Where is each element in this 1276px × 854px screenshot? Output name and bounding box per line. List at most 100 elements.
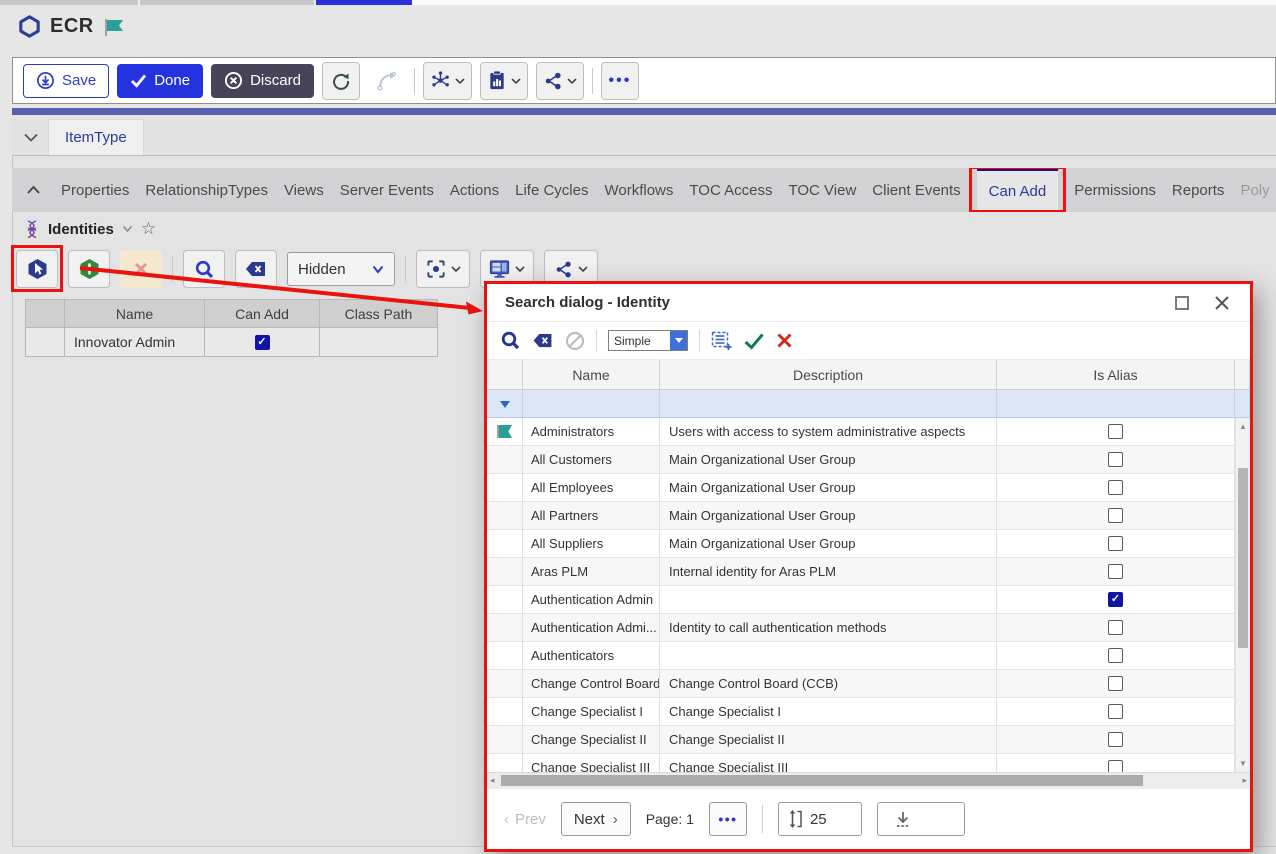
add-criteria-button[interactable]: [711, 331, 732, 351]
is-alias-checkbox[interactable]: [1108, 620, 1123, 635]
filter-description-input[interactable]: [660, 390, 997, 417]
save-button[interactable]: Save: [23, 64, 109, 98]
tab-views[interactable]: Views: [284, 168, 324, 212]
is-alias-checkbox[interactable]: [1108, 732, 1123, 747]
dialog-row[interactable]: Authentication Admin: [487, 586, 1250, 614]
dialog-row[interactable]: All CustomersMain Organizational User Gr…: [487, 446, 1250, 474]
next-page-button[interactable]: Next ›: [561, 802, 631, 836]
dialog-row[interactable]: Change Specialist IChange Specialist I: [487, 698, 1250, 726]
chevron-up-icon[interactable]: [26, 185, 41, 195]
tab-permissions[interactable]: Permissions: [1074, 168, 1156, 212]
scroll-up-arrow-icon[interactable]: ▲: [1236, 422, 1250, 431]
tab-actions[interactable]: Actions: [450, 168, 499, 212]
is-alias-checkbox[interactable]: [1108, 424, 1123, 439]
reports-dropdown-button[interactable]: [480, 62, 528, 100]
chevron-down-icon[interactable]: [122, 225, 133, 233]
scroll-left-arrow-icon[interactable]: ◂: [490, 775, 495, 786]
horizontal-scrollbar[interactable]: ◂ ▸: [487, 772, 1250, 788]
download-icon: [894, 810, 912, 829]
page-size-icon: [789, 810, 802, 828]
column-header-is-alias[interactable]: Is Alias: [997, 360, 1235, 389]
impact-analysis-dropdown-button[interactable]: [423, 62, 472, 100]
close-dialog-button[interactable]: [1212, 293, 1232, 313]
tab-can-add-active[interactable]: Can Add: [977, 168, 1059, 212]
row-icon-cell: [487, 698, 523, 725]
column-header-name[interactable]: Name: [523, 360, 660, 389]
cancel-selection-button[interactable]: [776, 332, 793, 349]
horizontal-scrollbar-thumb[interactable]: [501, 775, 1143, 786]
dialog-row[interactable]: Change Specialist IIIChange Specialist I…: [487, 754, 1250, 772]
maximize-button[interactable]: [1172, 293, 1192, 313]
discard-button[interactable]: Discard: [211, 64, 314, 98]
scroll-right-arrow-icon[interactable]: ▸: [1242, 775, 1247, 786]
favorite-star-icon[interactable]: ☆: [141, 219, 156, 239]
select-items-button[interactable]: [16, 250, 58, 288]
dialog-row[interactable]: AdministratorsUsers with access to syste…: [487, 418, 1250, 446]
row-selector-header: [25, 299, 65, 328]
can-add-checkbox[interactable]: [255, 335, 270, 350]
dialog-row[interactable]: All SuppliersMain Organizational User Gr…: [487, 530, 1250, 558]
filter-name-input[interactable]: [523, 390, 660, 417]
tab-toc-view[interactable]: TOC View: [788, 168, 856, 212]
share-dropdown-button[interactable]: [536, 62, 584, 100]
export-download-button[interactable]: [877, 802, 965, 836]
is-alias-checkbox[interactable]: [1108, 508, 1123, 523]
chevron-down-icon: [578, 265, 588, 273]
dialog-clear-button[interactable]: [532, 333, 554, 348]
is-alias-checkbox[interactable]: [1108, 760, 1123, 772]
clear-search-button[interactable]: [235, 250, 277, 288]
toolbar-divider: [592, 68, 593, 94]
column-header-name[interactable]: Name: [65, 299, 205, 328]
filter-is-alias-input[interactable]: [997, 390, 1235, 417]
dialog-row[interactable]: Aras PLMInternal identity for Aras PLM: [487, 558, 1250, 586]
is-alias-checkbox[interactable]: [1108, 676, 1123, 691]
filter-menu-cell[interactable]: [487, 390, 523, 417]
dialog-row[interactable]: All EmployeesMain Organizational User Gr…: [487, 474, 1250, 502]
is-alias-checkbox[interactable]: [1108, 648, 1123, 663]
dialog-row[interactable]: Change Specialist IIChange Specialist II: [487, 726, 1250, 754]
search-mode-select[interactable]: Simple: [608, 330, 688, 351]
tab-life-cycles[interactable]: Life Cycles: [515, 168, 588, 212]
tab-properties[interactable]: Properties: [61, 168, 129, 212]
tab-poly-clipped[interactable]: Poly: [1240, 168, 1269, 212]
tab-client-events[interactable]: Client Events: [872, 168, 960, 212]
more-pages-button[interactable]: •••: [709, 802, 747, 836]
more-actions-button[interactable]: •••: [601, 62, 639, 100]
focus-view-dropdown-button[interactable]: [416, 250, 470, 288]
done-button[interactable]: Done: [117, 64, 203, 98]
cell-is-alias: [997, 670, 1235, 697]
vertical-scrollbar-thumb[interactable]: [1238, 468, 1248, 648]
column-header-class-path[interactable]: Class Path: [320, 299, 438, 328]
dialog-row[interactable]: Change Control BoardChange Control Board…: [487, 670, 1250, 698]
refresh-button[interactable]: [322, 62, 360, 100]
column-header-can-add[interactable]: Can Add: [205, 299, 320, 328]
is-alias-checkbox[interactable]: [1108, 564, 1123, 579]
tab-workflows[interactable]: Workflows: [604, 168, 673, 212]
add-item-button[interactable]: [68, 250, 110, 288]
dialog-row[interactable]: All PartnersMain Organizational User Gro…: [487, 502, 1250, 530]
row-selector-cell[interactable]: [25, 328, 65, 357]
is-alias-checkbox[interactable]: [1108, 536, 1123, 551]
tab-reports[interactable]: Reports: [1172, 168, 1225, 212]
dialog-search-button[interactable]: [500, 330, 521, 351]
cell-name: All Employees: [523, 474, 660, 501]
dialog-row[interactable]: Authentication Admi...Identity to call a…: [487, 614, 1250, 642]
confirm-selection-button[interactable]: [743, 332, 765, 350]
page-size-control[interactable]: 25: [778, 802, 862, 836]
scroll-down-arrow-icon[interactable]: ▼: [1236, 759, 1250, 768]
chevron-down-icon[interactable]: [24, 133, 38, 142]
column-header-description[interactable]: Description: [660, 360, 997, 389]
dialog-row[interactable]: Authenticators: [487, 642, 1250, 670]
is-alias-checkbox[interactable]: [1108, 452, 1123, 467]
run-search-button[interactable]: [183, 250, 225, 288]
is-alias-checkbox[interactable]: [1108, 592, 1123, 607]
hidden-view-dropdown[interactable]: Hidden: [287, 252, 395, 286]
is-alias-checkbox[interactable]: [1108, 480, 1123, 495]
tab-toc-access[interactable]: TOC Access: [689, 168, 772, 212]
itemtype-tab[interactable]: ItemType: [48, 119, 144, 155]
identities-grid-row[interactable]: Innovator Admin: [25, 328, 438, 357]
tab-server-events[interactable]: Server Events: [340, 168, 434, 212]
is-alias-checkbox[interactable]: [1108, 704, 1123, 719]
tab-relationshiptypes[interactable]: RelationshipTypes: [145, 168, 268, 212]
vertical-scrollbar[interactable]: ▲ ▼: [1235, 418, 1250, 772]
